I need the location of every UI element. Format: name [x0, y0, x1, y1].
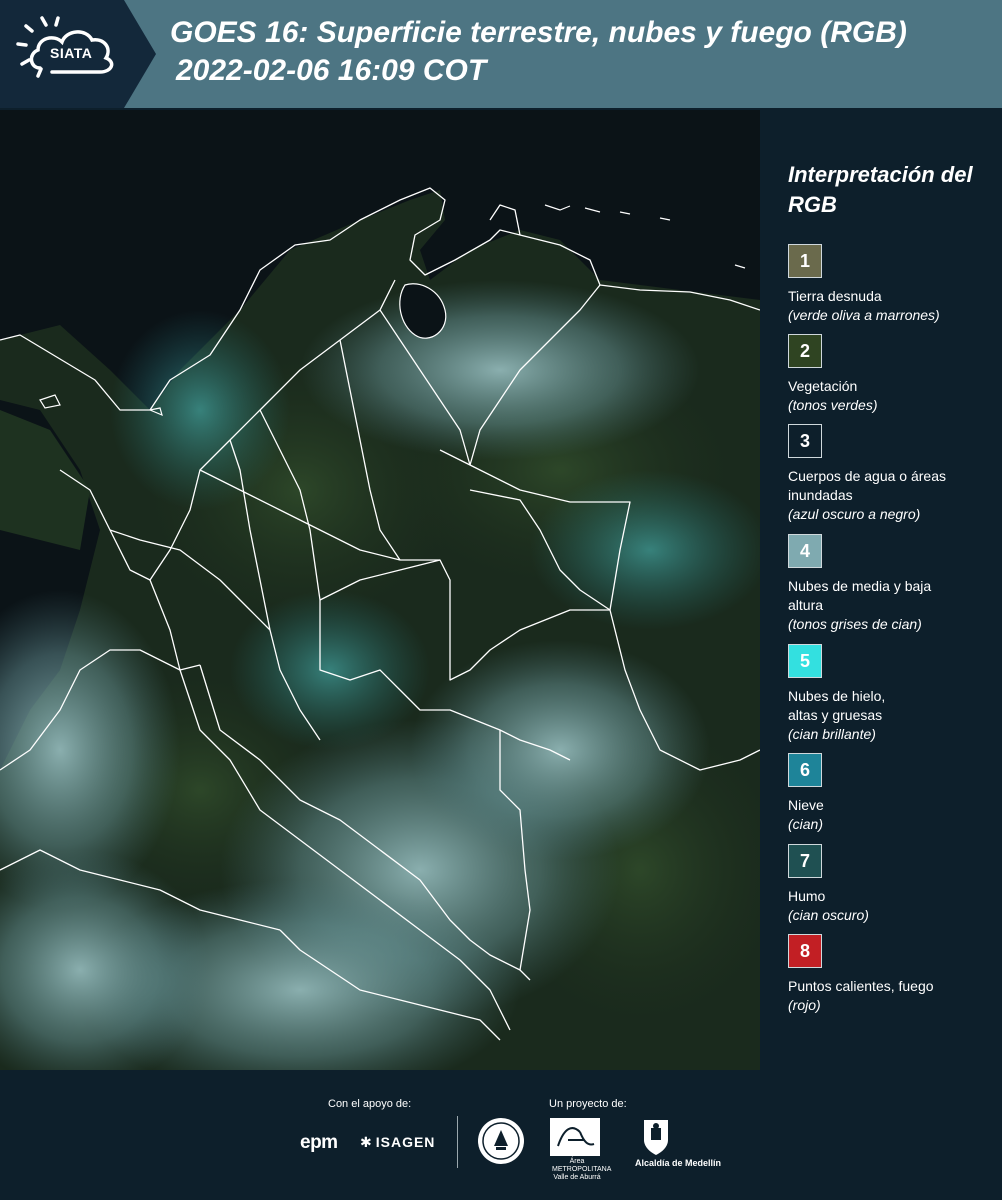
- legend-swatch-7: 7: [788, 844, 822, 878]
- satellite-image: [0, 110, 760, 1070]
- legend-item-7: 7 Humo (cian oscuro): [788, 844, 998, 925]
- legend-swatch-4: 4: [788, 534, 822, 568]
- header-banner: SIATA GOES 16: Superficie terrestre, nub…: [0, 0, 1002, 108]
- page-title: GOES 16: Superficie terrestre, nubes y f…: [170, 14, 1000, 90]
- legend-item-8: 8 Puntos calientes, fuego (rojo): [788, 934, 998, 1015]
- siata-logo: SIATA: [0, 0, 156, 108]
- isagen-mark-icon: ✱: [360, 1134, 373, 1150]
- legend-desc-7: (cian oscuro): [788, 907, 869, 923]
- area-metropolitana-logo: [550, 1118, 600, 1156]
- legend-swatch-1: 1: [788, 244, 822, 278]
- legend-label-5: Nubes de hielo, altas y gruesas: [788, 688, 886, 723]
- title-line-2: 2022-02-06 16:09 COT: [176, 54, 487, 87]
- legend-desc-3: (azul oscuro a negro): [788, 506, 921, 522]
- medellin-shield-icon: [644, 1120, 668, 1155]
- legend-label-2: Vegetación: [788, 378, 858, 394]
- legend-desc-8: (rojo): [788, 997, 821, 1013]
- legend-item-6: 6 Nieve (cian): [788, 753, 998, 834]
- footer-divider: [457, 1116, 458, 1168]
- isagen-logo: ✱ ISAGEN: [360, 1134, 435, 1151]
- legend-item-1: 1 Tierra desnuda (verde oliva a marrones…: [788, 244, 998, 325]
- legend-swatch-3: 3: [788, 424, 822, 458]
- legend-swatch-5: 5: [788, 644, 822, 678]
- legend-panel: Interpretación del RGB 1 Tierra desnuda …: [760, 110, 1002, 1070]
- legend-swatch-6: 6: [788, 753, 822, 787]
- legend-item-5: 5 Nubes de hielo, altas y gruesas (cian …: [788, 644, 998, 744]
- legend-label-7: Humo: [788, 888, 826, 904]
- legend-label-1: Tierra desnuda: [788, 288, 882, 304]
- footer: Con el apoyo de: Un proyecto de: epm ✱ IS…: [0, 1070, 1002, 1200]
- legend-desc-6: (cian): [788, 816, 824, 832]
- legend-label-3: Cuerpos de agua o áreas inundadas: [788, 468, 946, 503]
- legend-swatch-8: 8: [788, 934, 822, 968]
- legend-item-2: 2 Vegetación (tonos verdes): [788, 334, 998, 415]
- legend-title: Interpretación del RGB: [788, 162, 973, 217]
- legend-desc-2: (tonos verdes): [788, 397, 878, 413]
- legend-label-8: Puntos calientes, fuego: [788, 978, 934, 994]
- isagen-logo-text: ISAGEN: [375, 1134, 436, 1150]
- legend-desc-1: (verde oliva a marrones): [788, 307, 940, 323]
- legend-label-4: Nubes de media y baja altura: [788, 578, 932, 613]
- legend-desc-4: (tonos grises de cian): [788, 616, 922, 632]
- legend-label-6: Nieve: [788, 797, 824, 813]
- alcaldia-medellin-text: Alcaldía de Medellín: [635, 1158, 722, 1168]
- support-caption: Con el apoyo de:: [328, 1098, 412, 1110]
- legend-swatch-2: 2: [788, 334, 822, 368]
- satellite-map[interactable]: [0, 110, 760, 1070]
- area-metropolitana-text: Área METROPOLITANA Valle de Aburrá: [552, 1158, 612, 1181]
- legend-desc-5: (cian brillante): [788, 726, 876, 742]
- legend-item-3: 3 Cuerpos de agua o áreas inundadas (azu…: [788, 424, 998, 524]
- antioquia-seal-icon: [478, 1118, 524, 1164]
- epm-logo: epm: [300, 1132, 338, 1153]
- siata-logo-text: SIATA: [50, 45, 93, 61]
- title-line-1: GOES 16: Superficie terrestre, nubes y f…: [170, 16, 907, 49]
- legend-item-4: 4 Nubes de media y baja altura (tonos gr…: [788, 534, 998, 634]
- project-caption: Un proyecto de:: [549, 1098, 627, 1110]
